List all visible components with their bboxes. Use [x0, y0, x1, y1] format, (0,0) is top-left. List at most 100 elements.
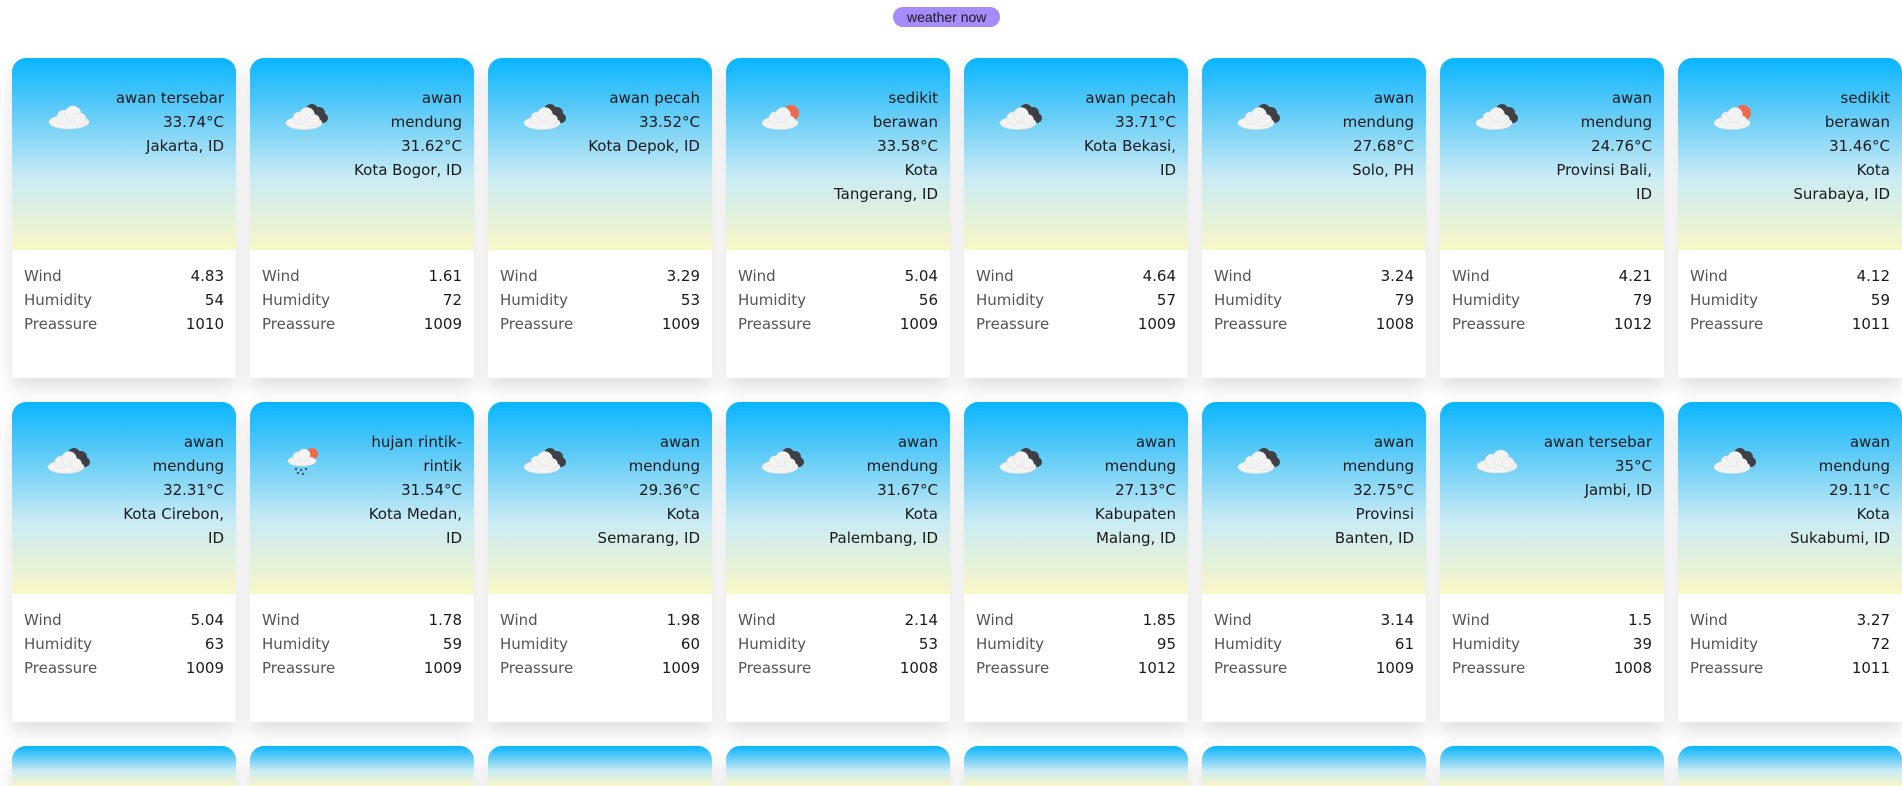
weather-card-partial [726, 746, 950, 786]
weather-card: awan mendung 31.62°C Kota Bogor, ID Wind… [250, 58, 474, 378]
pressure-value: 1011 [1851, 659, 1890, 677]
humidity-row: Humidity 72 [262, 288, 462, 312]
pressure-value: 1009 [1375, 659, 1414, 677]
weather-info: awan mendung 32.31°C Kota Cirebon, ID [112, 430, 224, 550]
pressure-row: Preassure 1009 [500, 656, 700, 680]
humidity-row: Humidity 61 [1214, 632, 1414, 656]
weather-description: awan mendung [866, 433, 938, 475]
humidity-value: 72 [1870, 635, 1890, 653]
wind-row: Wind 5.04 [24, 608, 224, 632]
wind-row: Wind 4.83 [24, 264, 224, 288]
weather-card: awan mendung 27.68°C Solo, PH Wind 3.24 … [1202, 58, 1426, 378]
wind-row: Wind 3.29 [500, 264, 700, 288]
weather-description: sedikit berawan [1824, 89, 1890, 131]
weather-card-partial [250, 746, 474, 786]
wind-label: Wind [1452, 267, 1490, 285]
humidity-label: Humidity [738, 291, 807, 309]
temperature: 33.52°C [639, 113, 700, 131]
wind-label: Wind [738, 611, 776, 629]
temperature: 31.54°C [401, 481, 462, 499]
humidity-value: 59 [442, 635, 462, 653]
wind-row: Wind 4.64 [976, 264, 1176, 288]
wind-value: 3.14 [1380, 611, 1414, 629]
broken-clouds-icon [1234, 444, 1284, 476]
weather-description: awan mendung [1818, 433, 1890, 475]
humidity-value: 95 [1156, 635, 1176, 653]
humidity-label: Humidity [1214, 635, 1283, 653]
weather-info: sedikit berawan 31.46°C Kota Surabaya, I… [1778, 86, 1890, 206]
pressure-value: 1008 [1613, 659, 1652, 677]
card-header [726, 746, 950, 786]
weather-card: sedikit berawan 31.46°C Kota Surabaya, I… [1678, 58, 1902, 378]
card-stats: Wind 2.14 Humidity 53 Preassure 1008 [726, 594, 950, 722]
wind-value: 4.12 [1856, 267, 1890, 285]
weather-info: awan pecah 33.52°C Kota Depok, ID [588, 86, 700, 158]
humidity-value: 56 [918, 291, 938, 309]
humidity-value: 72 [442, 291, 462, 309]
city-name: Kota Semarang, ID [597, 505, 700, 547]
wind-value: 2.14 [904, 611, 938, 629]
wind-row: Wind 3.27 [1690, 608, 1890, 632]
weather-description: awan pecah [1085, 89, 1176, 107]
humidity-label: Humidity [738, 635, 807, 653]
humidity-value: 39 [1632, 635, 1652, 653]
few-clouds-icon [1710, 100, 1760, 132]
pressure-value: 1008 [1375, 315, 1414, 333]
card-header [1202, 746, 1426, 786]
humidity-value: 79 [1394, 291, 1414, 309]
wind-label: Wind [24, 611, 62, 629]
city-name: Kota Surabaya, ID [1793, 161, 1890, 203]
wind-label: Wind [500, 267, 538, 285]
card-header [1440, 746, 1664, 786]
humidity-value: 53 [680, 291, 700, 309]
weather-description: awan mendung [152, 433, 224, 475]
card-stats: Wind 3.27 Humidity 72 Preassure 1011 [1678, 594, 1902, 722]
broken-clouds-icon [1234, 100, 1284, 132]
weather-card: hujan rintik-rintik 31.54°C Kota Medan, … [250, 402, 474, 722]
humidity-value: 63 [204, 635, 224, 653]
humidity-row: Humidity 63 [24, 632, 224, 656]
city-name: Kota Palembang, ID [829, 505, 938, 547]
weather-info: awan mendung 29.36°C Kota Semarang, ID [588, 430, 700, 550]
pressure-value: 1010 [185, 315, 224, 333]
humidity-row: Humidity 79 [1214, 288, 1414, 312]
weather-description: sedikit berawan [872, 89, 938, 131]
pressure-label: Preassure [1452, 659, 1526, 677]
city-name: Kota Tangerang, ID [833, 161, 938, 203]
temperature: 32.75°C [1353, 481, 1414, 499]
pressure-row: Preassure 1009 [738, 312, 938, 336]
wind-value: 1.98 [666, 611, 700, 629]
card-stats: Wind 1.85 Humidity 95 Preassure 1012 [964, 594, 1188, 722]
city-name: Kota Cirebon, ID [123, 505, 224, 547]
temperature: 29.36°C [639, 481, 700, 499]
humidity-row: Humidity 95 [976, 632, 1176, 656]
pressure-row: Preassure 1012 [1452, 312, 1652, 336]
card-header [488, 746, 712, 786]
pressure-value: 1009 [1137, 315, 1176, 333]
wind-label: Wind [262, 611, 300, 629]
broken-clouds-icon [44, 444, 94, 476]
weather-description: awan tersebar [1543, 433, 1652, 451]
wind-label: Wind [1214, 267, 1252, 285]
weather-card: awan tersebar 35°C Jambi, ID Wind 1.5 Hu… [1440, 402, 1664, 722]
city-name: Kota Depok, ID [588, 137, 700, 155]
card-header: awan pecah 33.71°C Kota Bekasi, ID [964, 58, 1188, 250]
scattered-clouds-icon [1472, 444, 1522, 476]
weather-info: awan mendung 31.62°C Kota Bogor, ID [350, 86, 462, 182]
wind-label: Wind [1690, 267, 1728, 285]
card-stats: Wind 5.04 Humidity 56 Preassure 1009 [726, 250, 950, 378]
weather-description: awan mendung [1104, 433, 1176, 475]
pressure-label: Preassure [738, 315, 812, 333]
pressure-label: Preassure [976, 659, 1050, 677]
humidity-row: Humidity 60 [500, 632, 700, 656]
card-header [12, 746, 236, 786]
weather-card: awan pecah 33.52°C Kota Depok, ID Wind 3… [488, 58, 712, 378]
card-header: awan mendung 24.76°C Provinsi Bali, ID [1440, 58, 1664, 250]
wind-label: Wind [500, 611, 538, 629]
card-header: awan mendung 32.75°C Provinsi Banten, ID [1202, 402, 1426, 594]
weather-description: awan pecah [609, 89, 700, 107]
wind-row: Wind 4.21 [1452, 264, 1652, 288]
wind-row: Wind 1.98 [500, 608, 700, 632]
light-rain-icon [282, 444, 332, 476]
humidity-value: 79 [1632, 291, 1652, 309]
